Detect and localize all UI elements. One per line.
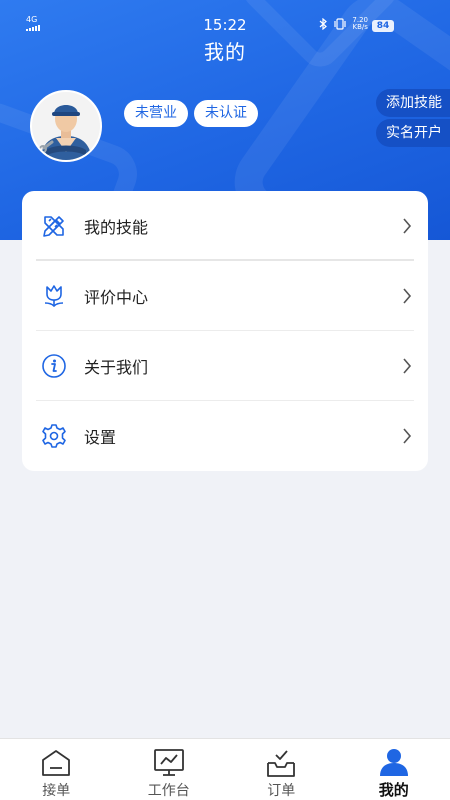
nav-item-workbench[interactable]: 工作台 — [113, 739, 226, 800]
menu-item-label: 关于我们 — [84, 358, 149, 377]
add-skill-button[interactable]: 添加技能 — [376, 89, 450, 117]
menu-item-about-us[interactable]: 关于我们 — [22, 331, 428, 401]
menu-item-settings[interactable]: 设置 — [22, 401, 428, 471]
menu-item-label: 设置 — [84, 428, 117, 447]
vibrate-icon — [334, 18, 347, 30]
status-bar: 4G 15:22 7.20 KB/s 84 — [0, 0, 450, 40]
inbox-check-icon — [265, 747, 297, 778]
avatar[interactable] — [30, 90, 102, 162]
network-speed: 7.20 KB/s — [352, 17, 368, 31]
menu-item-label: 评价中心 — [84, 288, 149, 307]
chevron-right-icon — [403, 218, 412, 234]
page-title: 我的 — [204, 40, 246, 64]
info-circle-icon — [40, 352, 68, 380]
nav-item-orders[interactable]: 订单 — [225, 739, 338, 800]
pencil-ruler-icon — [40, 212, 68, 240]
home-icon — [40, 747, 72, 778]
bluetooth-icon — [320, 18, 328, 30]
nav-item-label: 接单 — [42, 783, 71, 799]
nav-item-label: 订单 — [267, 783, 296, 799]
chevron-right-icon — [403, 428, 412, 444]
real-name-account-button[interactable]: 实名开户 — [376, 119, 450, 147]
tulip-icon — [40, 282, 68, 310]
nav-item-mine[interactable]: 我的 — [338, 739, 450, 800]
nav-item-label: 我的 — [378, 781, 409, 799]
network-speed-unit: KB/s — [352, 23, 368, 31]
status-badge-not-verified: 未认证 — [194, 100, 258, 127]
bottom-nav: 接单 工作台 订单 我的 — [0, 738, 450, 800]
nav-item-take-orders[interactable]: 接单 — [0, 739, 113, 800]
battery-icon: 84 — [372, 20, 394, 32]
menu-item-my-skills[interactable]: 我的技能 — [22, 191, 428, 261]
monitor-icon — [153, 747, 185, 778]
menu-item-label: 我的技能 — [84, 218, 149, 237]
chevron-right-icon — [403, 288, 412, 304]
status-icons: 7.20 KB/s — [319, 17, 368, 31]
user-icon — [378, 747, 410, 777]
chevron-right-icon — [403, 358, 412, 374]
menu-card: 我的技能 评价中心 关于我们 设置 — [22, 191, 428, 471]
nav-item-label: 工作台 — [147, 783, 190, 799]
menu-item-review-center[interactable]: 评价中心 — [22, 261, 428, 331]
status-badge-not-open: 未营业 — [124, 100, 188, 127]
worker-avatar-image — [32, 92, 100, 160]
gear-icon — [40, 422, 68, 450]
